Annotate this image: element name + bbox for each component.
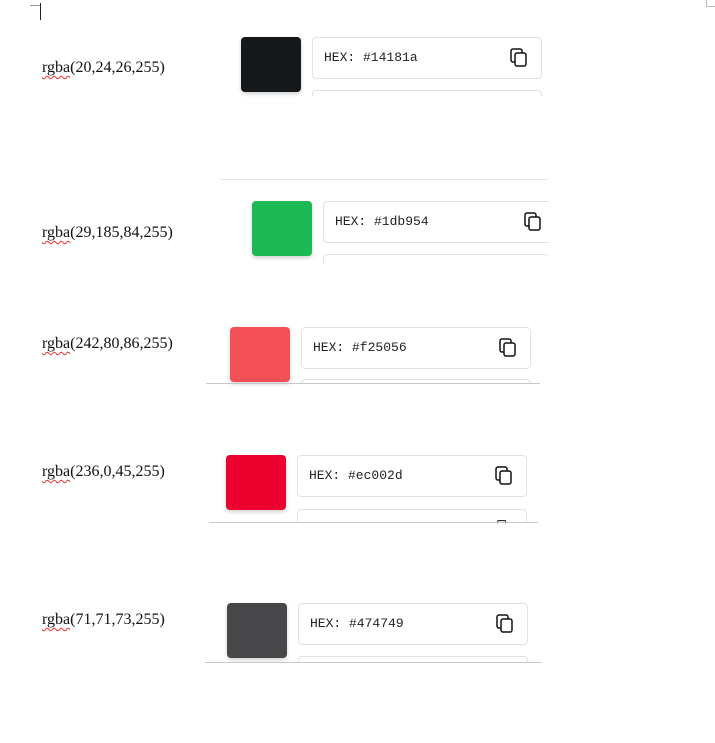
copy-icon[interactable] <box>499 338 517 358</box>
hex-field: HEX: #f25056 <box>301 327 531 369</box>
rgb-field-partial <box>323 254 549 264</box>
divider <box>206 383 540 384</box>
rgb-field-partial <box>297 509 527 524</box>
rgba-text: rgba(20,24,26,255) <box>42 59 165 77</box>
rgba-text: rgba(242,80,86,255) <box>42 335 173 353</box>
rgba-function-name: rgba <box>42 463 71 480</box>
color-swatch <box>252 201 312 256</box>
divider <box>209 522 538 523</box>
hex-field: HEX: #474749 <box>298 603 528 645</box>
copy-icon[interactable] <box>496 614 514 634</box>
rgba-text: rgba(236,0,45,255) <box>42 463 165 481</box>
rgba-text: rgba(29,185,84,255) <box>42 224 173 242</box>
copy-icon[interactable] <box>524 212 542 232</box>
rgba-values: (20,24,26,255) <box>70 59 165 76</box>
copy-icon[interactable] <box>510 48 528 68</box>
hex-field: HEX: #1db954 <box>323 201 549 243</box>
hex-value: HEX: #ec002d <box>309 468 403 483</box>
rgba-text: rgba(71,71,73,255) <box>42 611 165 629</box>
hex-field: HEX: #14181a <box>312 37 542 79</box>
text-cursor <box>40 3 41 20</box>
ruler-tick <box>30 5 40 6</box>
color-swatch <box>227 603 287 658</box>
hex-value: HEX: #474749 <box>310 616 404 631</box>
rgba-function-name: rgba <box>42 335 71 352</box>
rgba-values: (71,71,73,255) <box>70 611 165 628</box>
rgba-function-name: rgba <box>42 224 71 241</box>
color-swatch <box>226 455 286 510</box>
rgba-function-name: rgba <box>42 59 71 76</box>
rgba-function-name: rgba <box>42 611 71 628</box>
rgba-values: (242,80,86,255) <box>70 335 173 352</box>
divider <box>205 662 542 663</box>
hex-value: HEX: #14181a <box>324 50 418 65</box>
divider <box>221 179 547 180</box>
copy-icon[interactable] <box>495 466 513 486</box>
color-swatch <box>241 37 301 92</box>
hex-value: HEX: #f25056 <box>313 340 407 355</box>
rgba-values: (29,185,84,255) <box>70 224 173 241</box>
rgba-values: (236,0,45,255) <box>70 463 165 480</box>
hex-value: HEX: #1db954 <box>335 214 429 229</box>
rgb-field-partial <box>312 90 542 96</box>
hex-field: HEX: #ec002d <box>297 455 527 497</box>
color-swatch <box>230 327 290 382</box>
page-corner-mark <box>706 0 715 7</box>
